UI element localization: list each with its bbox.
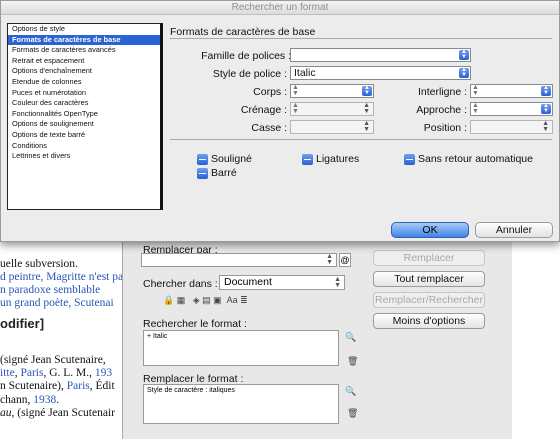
category-item[interactable]: Options de soulignement (8, 119, 160, 130)
category-item[interactable]: Options de texte barré (8, 130, 160, 141)
replace-format-box[interactable]: Style de caractère : italiques (143, 384, 339, 424)
find-replace-panel: Remplacer par : ▲ ▼ @ Remplacer Chercher … (122, 238, 512, 439)
article-line: d peintre, Magritte n'est pa (0, 271, 124, 283)
search-in-label: Chercher dans : (143, 278, 218, 290)
case-field[interactable]: ▲ ▼ (290, 120, 374, 134)
find-format-box[interactable]: + Italic (143, 330, 339, 366)
category-item[interactable]: Fonctionnalités OpenType (8, 109, 160, 120)
reference-line: chann, 1938. (0, 394, 60, 406)
font-style-label: Style de police : (212, 68, 287, 80)
category-item[interactable]: Options d'enchaînement (8, 66, 160, 77)
reference-line: au, (signé Jean Scutenair (0, 407, 115, 419)
leading-field[interactable]: ▲ ▼ ▲ ▼ (470, 84, 553, 98)
strikethrough-checkbox[interactable]: Barré (197, 168, 237, 180)
chevron-updown-icon: ▲ ▼ (459, 49, 469, 60)
category-item[interactable]: Couleur des caractères (8, 98, 160, 109)
reference-line: itte, Paris, G. L. M., 193 (0, 367, 113, 379)
mixed-checkbox-icon (302, 154, 313, 165)
find-format-dialog: Rechercher un format Options de style For… (0, 0, 560, 242)
section-heading: odifier] (0, 316, 45, 331)
section-divider (170, 38, 552, 39)
replace-button[interactable]: Remplacer (373, 250, 485, 266)
font-family-field[interactable]: ▲ ▼ (290, 48, 471, 62)
underline-checkbox[interactable]: Souligné (197, 154, 252, 166)
specify-find-format-icon[interactable]: 🔍 (345, 332, 356, 343)
mixed-checkbox-icon (197, 154, 208, 165)
tracking-field[interactable]: ▲ ▼ ▲ ▼ (470, 102, 553, 116)
chevron-updown-icon: ▲ ▼ (363, 120, 370, 133)
replace-with-input[interactable]: ▲ ▼ (141, 253, 337, 267)
font-family-label: Famille de polices : (201, 50, 291, 62)
specify-replace-format-icon[interactable]: 🔍 (345, 386, 356, 397)
position-label: Position : (423, 122, 467, 134)
size-label: Corps : (253, 86, 287, 98)
stepper-icon: ▲ ▼ (472, 84, 479, 97)
stepper-icon: ▲ ▼ (472, 102, 479, 115)
category-item[interactable]: Options de style (8, 24, 160, 35)
chevron-updown-icon: ▲ ▼ (541, 103, 551, 114)
find-format-label: Rechercher le format : (143, 318, 247, 330)
cancel-button[interactable]: Annuler (475, 222, 553, 238)
chevron-updown-icon: ▲ ▼ (542, 120, 549, 133)
category-item[interactable]: Puces et numérotation (8, 88, 160, 99)
reference-link[interactable]: Paris (20, 367, 43, 379)
replace-find-button[interactable]: Remplacer/Rechercher (373, 292, 485, 308)
reference-link[interactable]: itte (0, 367, 15, 379)
font-style-field[interactable]: Italic ▲ ▼ (290, 66, 471, 80)
kerning-field[interactable]: ▲ ▼ ▲ ▼ (290, 102, 374, 116)
reference-line: (signé Jean Scutenaire, (0, 354, 106, 366)
reference-line: n Scutenaire), Paris, Édit (0, 380, 115, 392)
fewer-options-button[interactable]: Moins d'options (373, 313, 485, 329)
section-title: Formats de caractères de base (170, 26, 316, 38)
category-item[interactable]: Formats de caractères de base (8, 34, 160, 46)
mixed-checkbox-icon (197, 168, 208, 179)
search-in-select[interactable]: Document ▲ ▼ (219, 275, 345, 290)
article-line: uelle subversion. (0, 258, 78, 270)
size-field[interactable]: ▲ ▼ ▲ ▼ (290, 84, 374, 98)
section-divider (170, 139, 552, 140)
category-list[interactable]: Options de style Formats de caractères de… (7, 23, 163, 210)
category-item[interactable]: Etendue de colonnes (8, 77, 160, 88)
special-chars-icon[interactable]: @ (339, 253, 351, 267)
chevron-updown-icon: ▲ ▼ (541, 85, 551, 96)
ok-button[interactable]: OK (391, 222, 469, 238)
case-label: Casse : (251, 122, 287, 134)
mixed-checkbox-icon (404, 154, 415, 165)
stepper-icon: ▲ ▼ (292, 84, 299, 97)
category-item[interactable]: Retrait et espacement (8, 56, 160, 67)
no-break-checkbox[interactable]: Sans retour automatique (404, 154, 533, 166)
search-options-icons[interactable]: 🔒 ▦ ◈ ▤ ▣ Aa ≣ (163, 295, 248, 306)
reference-link[interactable]: 1938 (33, 394, 56, 406)
reference-link[interactable]: Paris (67, 380, 90, 392)
tracking-label: Approche : (416, 104, 467, 116)
replace-all-button[interactable]: Tout remplacer (373, 271, 485, 287)
leading-label: Interligne : (417, 86, 467, 98)
category-item[interactable]: Lettrines et divers (8, 151, 160, 162)
stepper-icon: ▲ ▼ (292, 102, 299, 115)
reference-link[interactable]: 193 (95, 367, 112, 379)
clear-replace-format-icon[interactable]: 🗑 (347, 408, 358, 419)
position-field[interactable]: ▲ ▼ (470, 120, 553, 134)
category-item[interactable]: Formats de caractères avancés (8, 45, 160, 56)
category-item[interactable]: Conditions (8, 141, 160, 152)
chevron-updown-icon: ▲ ▼ (459, 67, 469, 78)
chevron-updown-icon: ▲ ▼ (363, 102, 370, 115)
ligatures-checkbox[interactable]: Ligatures (302, 154, 359, 166)
article-line: n paradoxe semblable (0, 284, 101, 296)
kerning-label: Crénage : (240, 104, 287, 116)
chevron-updown-icon: ▲ ▼ (362, 85, 372, 96)
clear-find-format-icon[interactable]: 🗑 (347, 356, 358, 367)
dialog-title: Rechercher un format (1, 1, 559, 15)
article-line: un grand poète, Scutenai (0, 297, 114, 309)
